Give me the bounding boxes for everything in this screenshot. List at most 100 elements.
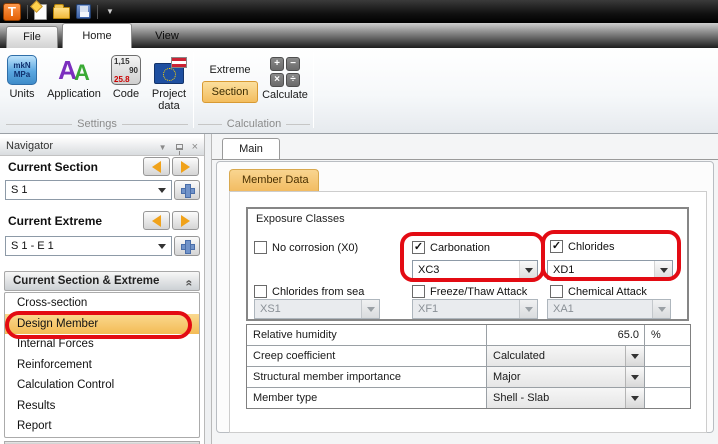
section-extreme-group-header[interactable]: Current Section & Extreme « <box>4 271 200 291</box>
chevron-down-icon[interactable] <box>625 367 644 387</box>
extreme-button[interactable]: Extreme <box>202 60 258 80</box>
chlorides-checkbox[interactable]: ✓ <box>550 240 563 253</box>
calculate-icon: + − × ÷ <box>270 57 300 87</box>
current-section-label: Current Section <box>8 160 99 174</box>
tab-member-data[interactable]: Member Data <box>229 169 319 191</box>
code-icon: 1,15 90 25.8 <box>111 55 141 85</box>
relative-humidity-value[interactable]: 65.0 <box>487 325 644 345</box>
member-type-combo[interactable]: Shell - Slab <box>487 388 644 408</box>
property-label: Creep coefficient <box>247 346 486 366</box>
navigator-title: Navigator <box>6 140 54 152</box>
member-data-content: Exposure Classes ✓ No corrosion (X0) ✓ C… <box>229 191 707 433</box>
member-importance-combo[interactable]: Major <box>487 367 644 387</box>
ribbon: mkN MPa Units AA Application 1,15 90 25.8… <box>0 48 718 134</box>
next-section-button[interactable] <box>172 157 199 176</box>
chlorides-label: Chlorides <box>568 240 615 253</box>
arrow-right-icon <box>181 160 190 173</box>
chevron-down-icon[interactable] <box>153 181 171 199</box>
group-separator <box>193 52 194 128</box>
current-extreme-combo[interactable]: S 1 - E 1 <box>5 236 172 256</box>
prev-section-button[interactable] <box>143 157 170 176</box>
property-unit <box>645 346 690 366</box>
chemical-attack-label: Chemical Attack <box>568 285 647 298</box>
chemical-attack-combo: XA1 <box>547 299 671 319</box>
property-unit: % <box>645 325 690 345</box>
current-section-combo[interactable]: S 1 <box>5 180 172 200</box>
prev-extreme-button[interactable] <box>143 211 170 230</box>
chevron-down-icon[interactable] <box>654 261 672 279</box>
titlebar: T ▼ <box>0 0 718 23</box>
nav-item-results[interactable]: Results <box>5 396 199 417</box>
member-data-panel: Member Data Exposure Classes ✓ No corros… <box>216 161 714 433</box>
chevron-down-icon[interactable] <box>153 237 171 255</box>
freeze-thaw-label: Freeze/Thaw Attack <box>430 285 528 298</box>
carbonation-combo[interactable]: XC3 <box>412 260 538 280</box>
calculate-button[interactable]: + − × ÷ Calculate <box>260 55 310 125</box>
no-corrosion-checkbox[interactable]: ✓ <box>254 241 267 254</box>
tab-home[interactable]: Home <box>62 23 132 48</box>
property-unit <box>645 388 690 408</box>
nav-item-internal-forces[interactable]: Internal Forces <box>5 334 199 355</box>
close-icon[interactable]: × <box>192 141 198 153</box>
pin-icon[interactable] <box>175 144 183 155</box>
settings-group-label: Settings <box>6 117 188 131</box>
next-extreme-button[interactable] <box>172 211 199 230</box>
open-folder-icon[interactable] <box>53 4 70 19</box>
chevron-down-icon[interactable] <box>519 261 537 279</box>
flag-stripes-icon <box>171 56 187 68</box>
app-logo-icon: T <box>3 2 21 21</box>
freeze-thaw-checkbox[interactable]: ✓ <box>412 285 425 298</box>
new-document-icon[interactable] <box>34 3 47 20</box>
section-button[interactable]: Section <box>202 81 258 103</box>
add-extreme-button[interactable] <box>174 236 200 256</box>
divider <box>212 159 718 160</box>
nav-item-cross-section[interactable]: Cross-section <box>5 293 199 314</box>
chlorides-combo[interactable]: XD1 <box>547 260 673 280</box>
nav-item-calculation-control[interactable]: Calculation Control <box>5 375 199 396</box>
tab-view[interactable]: View <box>138 26 196 48</box>
property-unit <box>645 367 690 387</box>
creep-coefficient-combo[interactable]: Calculated <box>487 346 644 366</box>
plus-icon <box>181 184 195 198</box>
main-area: Main Member Data Exposure Classes ✓ No c… <box>212 134 718 444</box>
application-icon: AA <box>58 55 90 85</box>
tab-file[interactable]: File <box>6 26 58 48</box>
carbonation-checkbox[interactable]: ✓ <box>412 241 425 254</box>
chlorides-sea-checkbox[interactable]: ✓ <box>254 285 267 298</box>
member-properties-table: Relative humidity 65.0 % Creep coefficie… <box>246 324 691 409</box>
nav-item-design-member[interactable]: Design Member <box>5 313 199 334</box>
arrow-right-icon <box>181 214 190 227</box>
chevron-down-icon <box>361 300 379 318</box>
collapse-chevron-icon[interactable]: « <box>181 280 199 287</box>
panel-menu-icon[interactable]: ▼ <box>159 139 167 156</box>
chemical-attack-checkbox[interactable]: ✓ <box>550 285 563 298</box>
divider <box>97 4 98 19</box>
panel-splitter[interactable] <box>204 134 212 444</box>
navigator-list: Cross-section Design Member Internal For… <box>4 292 200 438</box>
arrow-left-icon <box>152 160 161 173</box>
current-extreme-label: Current Extreme <box>8 214 103 228</box>
units-icon: mkN MPa <box>7 55 37 85</box>
divider <box>27 4 28 19</box>
save-icon[interactable] <box>76 4 91 19</box>
group-separator <box>313 52 314 128</box>
tab-main[interactable]: Main <box>222 138 280 159</box>
freeze-thaw-combo: XF1 <box>412 299 538 319</box>
chevron-down-icon[interactable] <box>625 346 644 366</box>
ribbon-tabstrip: File Home View <box>0 23 718 48</box>
property-label: Member type <box>247 388 486 408</box>
project-data-icon <box>154 56 187 84</box>
chlorides-sea-label: Chlorides from sea <box>272 285 365 298</box>
property-label: Structural member importance <box>247 367 486 387</box>
add-section-button[interactable] <box>174 180 200 200</box>
chevron-down-icon[interactable] <box>625 388 644 408</box>
calculation-group-label: Calculation <box>198 117 310 131</box>
navigator-panel: Navigator ▼ × Current Section S 1 Curren… <box>0 134 204 444</box>
arrow-left-icon <box>152 214 161 227</box>
no-corrosion-label: No corrosion (X0) <box>272 241 359 254</box>
chevron-down-icon <box>652 300 670 318</box>
exposure-classes-group: Exposure Classes ✓ No corrosion (X0) ✓ C… <box>246 207 689 321</box>
nav-item-report[interactable]: Report <box>5 416 199 437</box>
toolbar-overflow-icon[interactable]: ▼ <box>106 7 114 16</box>
nav-item-reinforcement[interactable]: Reinforcement <box>5 355 199 376</box>
